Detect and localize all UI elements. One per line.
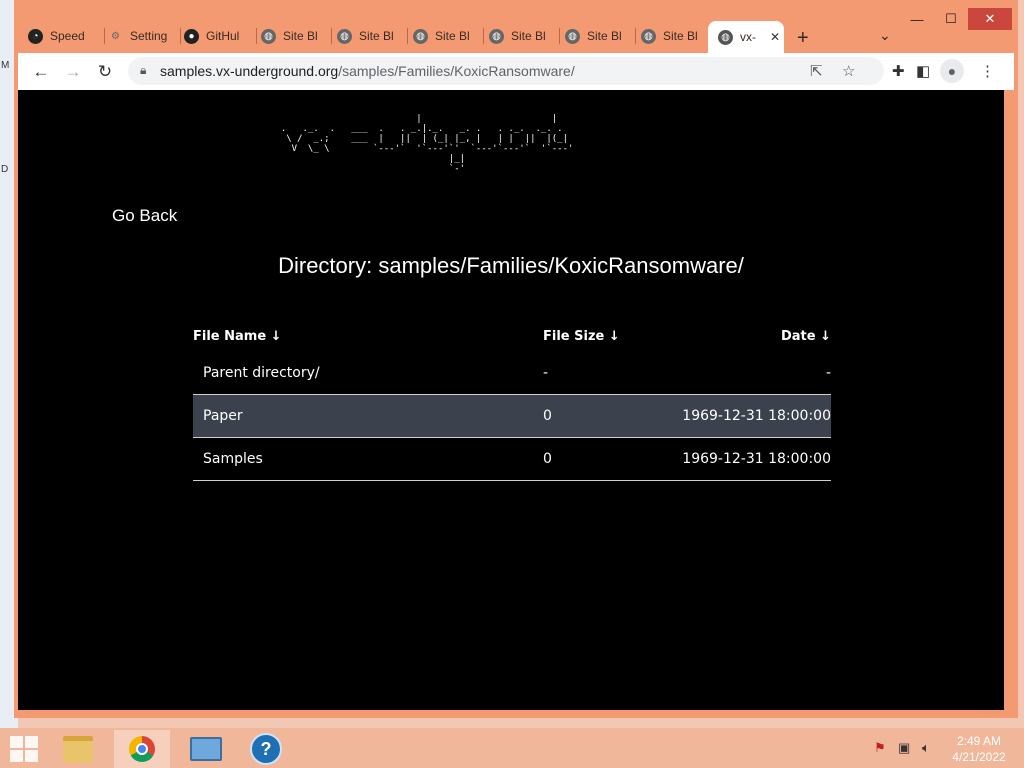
browser-window: — ☐ ✕ ◔ Speed ⚙ Setting ● GitHul ◍ Site … bbox=[14, 0, 1018, 718]
tab-label: Site Bl bbox=[359, 29, 394, 43]
speedometer-icon: ◔ bbox=[28, 28, 43, 44]
chrome-icon[interactable] bbox=[114, 730, 170, 768]
sort-by-name-header[interactable]: File Name ↓ bbox=[193, 320, 543, 352]
tab-strip: ◔ Speed ⚙ Setting ● GitHul ◍ Site Bl ◍ S… bbox=[14, 19, 1018, 53]
url-path: /samples/Families/KoxicRansomware/ bbox=[338, 63, 575, 79]
tab-label: Site Bl bbox=[663, 29, 698, 43]
tab-search-button[interactable]: ⌄ bbox=[879, 27, 891, 44]
tab-speed[interactable]: ◔ Speed bbox=[28, 21, 105, 51]
clock-date: 4/21/2022 bbox=[952, 750, 1006, 764]
tab-label: Speed bbox=[50, 29, 85, 43]
clock-time: 2:49 AM bbox=[956, 734, 1002, 748]
tab-label: Site Bl bbox=[283, 29, 318, 43]
file-date: - bbox=[663, 352, 831, 395]
lock-icon[interactable]: 🔒︎ bbox=[140, 63, 146, 78]
share-icon[interactable]: ⇱ bbox=[810, 62, 823, 80]
tab-label: vx- bbox=[740, 30, 756, 44]
globe-icon: ◍ bbox=[565, 28, 580, 44]
gear-icon: ⚙ bbox=[111, 30, 120, 42]
windows-logo-icon bbox=[10, 736, 23, 748]
table-row[interactable]: Paper 0 1969-12-31 18:00:00 bbox=[193, 394, 831, 438]
globe-icon: ◍ bbox=[261, 28, 276, 44]
close-tab-icon[interactable]: ✕ bbox=[770, 30, 780, 44]
forward-button[interactable]: → bbox=[62, 61, 84, 83]
tab-label: GitHul bbox=[206, 29, 240, 43]
table-header-row: File Name ↓ File Size ↓ Date ↓ bbox=[193, 320, 831, 352]
file-name-link[interactable]: Parent directory/ bbox=[193, 352, 543, 395]
taskbar: ? ⚑ ▣ 🔈︎ 2:49 AM 4/21/2022 bbox=[0, 728, 1024, 768]
file-listing-table: File Name ↓ File Size ↓ Date ↓ Parent di… bbox=[193, 320, 831, 481]
vx-underground-logo: | | . ._. . ___ . . _.|._. _. . . ._. ._… bbox=[280, 114, 574, 174]
file-size: - bbox=[543, 352, 663, 395]
extensions-icon[interactable]: ✚ bbox=[892, 62, 905, 80]
start-button[interactable] bbox=[10, 736, 38, 762]
directory-heading: Directory: samples/Families/KoxicRansomw… bbox=[278, 253, 744, 278]
desktop-icon-label: D bbox=[1, 164, 9, 175]
file-size: 0 bbox=[543, 394, 663, 438]
sort-by-size-header[interactable]: File Size ↓ bbox=[543, 320, 663, 352]
tab-label: Site Bl bbox=[511, 29, 546, 43]
menu-kebab-icon[interactable]: ⋮ bbox=[980, 62, 995, 80]
tab-site-blocked[interactable]: ◍ Site Bl bbox=[413, 21, 484, 51]
globe-icon: ◍ bbox=[337, 28, 352, 44]
tab-label: Site Bl bbox=[587, 29, 622, 43]
system-clock[interactable]: 2:49 AM 4/21/2022 bbox=[944, 733, 1014, 765]
desktop-icon-label: M bbox=[1, 60, 10, 71]
tab-site-blocked[interactable]: ◍ Site Bl bbox=[565, 21, 636, 51]
table-row[interactable]: Samples 0 1969-12-31 18:00:00 bbox=[193, 437, 831, 481]
new-tab-button[interactable]: + bbox=[797, 27, 809, 50]
url-host: samples.vx-underground.org bbox=[160, 63, 339, 79]
tab-site-blocked[interactable]: ◍ Site Bl bbox=[641, 21, 711, 51]
action-center-flag-icon[interactable]: ⚑ bbox=[874, 740, 886, 756]
globe-icon: ◍ bbox=[413, 28, 428, 44]
tab-site-blocked[interactable]: ◍ Site Bl bbox=[489, 21, 560, 51]
tab-label: Setting bbox=[130, 29, 168, 43]
browser-toolbar: ← → ↻ 🔒︎ samples.vx-underground.org/samp… bbox=[18, 53, 1014, 90]
tab-label: Site Bl bbox=[435, 29, 470, 43]
back-button[interactable]: ← bbox=[30, 61, 52, 83]
reload-button[interactable]: ↻ bbox=[94, 61, 116, 83]
address-bar[interactable]: 🔒︎ samples.vx-underground.org/samples/Fa… bbox=[128, 57, 884, 85]
globe-icon: ◍ bbox=[718, 29, 733, 45]
tab-github[interactable]: ● GitHul bbox=[184, 21, 257, 51]
volume-muted-icon[interactable]: 🔈︎ bbox=[922, 740, 930, 756]
network-icon[interactable]: ▣ bbox=[898, 740, 910, 756]
file-name-link[interactable]: Samples bbox=[193, 437, 543, 481]
profile-avatar-icon[interactable]: ● bbox=[940, 59, 964, 83]
go-back-link[interactable]: Go Back bbox=[112, 206, 177, 226]
file-name-link[interactable]: Paper bbox=[193, 394, 543, 438]
url-text[interactable]: samples.vx-underground.org/samples/Famil… bbox=[160, 63, 575, 79]
table-row[interactable]: Parent directory/ - - bbox=[193, 352, 831, 395]
file-size: 0 bbox=[543, 437, 663, 481]
file-explorer-icon[interactable] bbox=[50, 730, 106, 768]
sort-by-date-header[interactable]: Date ↓ bbox=[663, 320, 831, 352]
help-icon[interactable]: ? bbox=[238, 730, 294, 768]
tab-settings[interactable]: ⚙ Setting bbox=[108, 21, 181, 51]
tab-vx-underground[interactable]: ◍ vx- ✕ bbox=[708, 21, 784, 53]
tab-site-blocked[interactable]: ◍ Site Bl bbox=[337, 21, 408, 51]
globe-icon: ◍ bbox=[641, 28, 656, 44]
github-icon: ● bbox=[184, 28, 199, 44]
side-panel-icon[interactable]: ◧ bbox=[916, 62, 930, 80]
control-panel-icon[interactable] bbox=[178, 730, 234, 768]
tab-site-blocked[interactable]: ◍ Site Bl bbox=[261, 21, 332, 51]
bookmark-star-icon[interactable]: ☆ bbox=[842, 62, 855, 80]
globe-icon: ◍ bbox=[489, 28, 504, 44]
file-date: 1969-12-31 18:00:00 bbox=[663, 437, 831, 481]
web-page: | | . ._. . ___ . . _.|._. _. . . ._. ._… bbox=[18, 90, 1004, 710]
file-date: 1969-12-31 18:00:00 bbox=[663, 394, 831, 438]
